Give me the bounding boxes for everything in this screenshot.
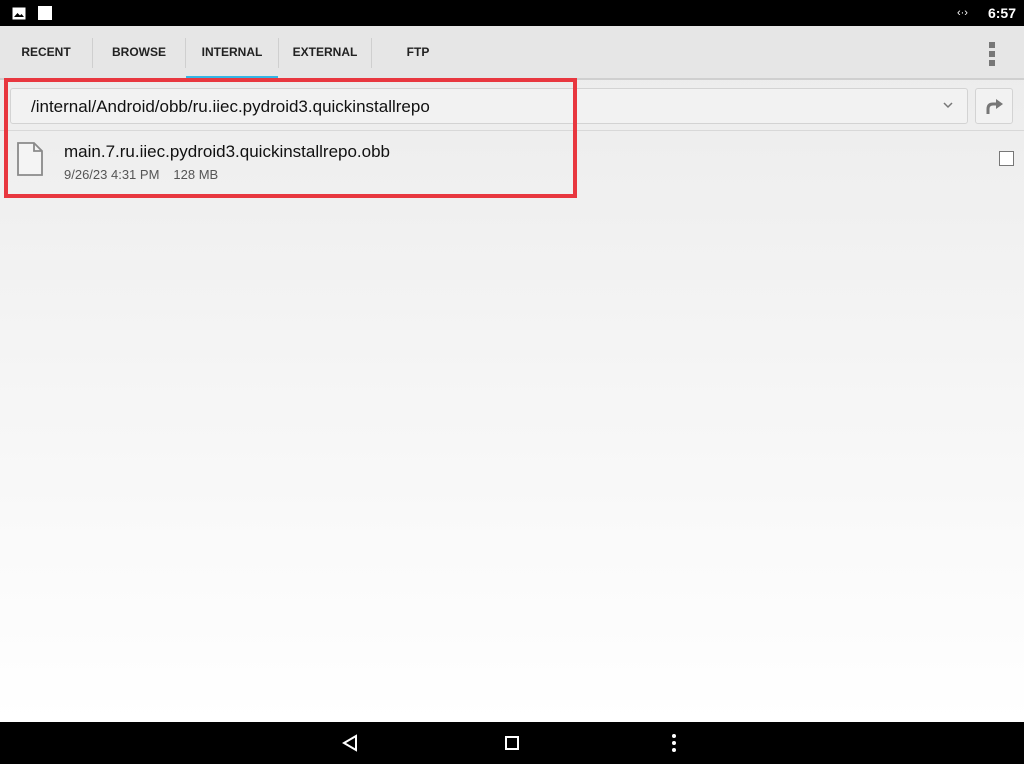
menu-icon	[672, 734, 676, 752]
navigation-bar	[0, 722, 1024, 764]
notification-icons	[12, 6, 52, 20]
tab-ftp[interactable]: FTP	[372, 26, 464, 78]
recents-button[interactable]	[482, 722, 542, 764]
tab-external[interactable]: EXTERNAL	[279, 26, 371, 78]
file-meta: 9/26/23 4:31 PM 128 MB	[64, 167, 218, 182]
path-dropdown[interactable]: /internal/Android/obb/ru.iiec.pydroid3.q…	[10, 88, 968, 124]
tab-recent[interactable]: RECENT	[0, 26, 92, 78]
current-path: /internal/Android/obb/ru.iiec.pydroid3.q…	[31, 97, 430, 116]
clock: 6:57	[987, 5, 1016, 21]
file-list-item[interactable]: main.7.ru.iiec.pydroid3.quickinstallrepo…	[0, 132, 1024, 194]
up-directory-button[interactable]	[975, 88, 1013, 124]
tab-label: EXTERNAL	[292, 45, 358, 59]
menu-button[interactable]	[644, 722, 704, 764]
file-select-checkbox[interactable]	[999, 151, 1014, 166]
tab-label: BROWSE	[112, 45, 166, 59]
square-notification-icon	[38, 6, 52, 20]
overflow-menu-icon[interactable]	[980, 42, 1004, 66]
tab-internal[interactable]: INTERNAL	[186, 26, 278, 79]
divider	[0, 130, 1024, 131]
file-icon	[17, 142, 43, 176]
tab-browse[interactable]: BROWSE	[93, 26, 185, 78]
chevron-down-icon	[943, 102, 953, 109]
back-button[interactable]	[320, 722, 380, 764]
tab-label: INTERNAL	[201, 45, 263, 59]
tab-bar: RECENT BROWSE INTERNAL EXTERNAL FTP	[0, 26, 1024, 80]
tab-label: RECENT	[21, 45, 71, 59]
status-bar: ‹·› 6:57	[0, 0, 1024, 26]
image-notification-icon	[12, 7, 26, 19]
data-transfer-icon: ‹·›	[956, 7, 968, 19]
file-date: 9/26/23 4:31 PM	[64, 167, 160, 182]
tab-label: FTP	[406, 45, 430, 59]
file-manager-app: RECENT BROWSE INTERNAL EXTERNAL FTP /int…	[0, 26, 1024, 722]
file-size: 128 MB	[173, 167, 219, 182]
up-arrow-icon	[986, 99, 1003, 114]
file-name: main.7.ru.iiec.pydroid3.quickinstallrepo…	[64, 142, 391, 161]
recents-icon	[505, 736, 519, 750]
back-icon	[342, 734, 357, 752]
